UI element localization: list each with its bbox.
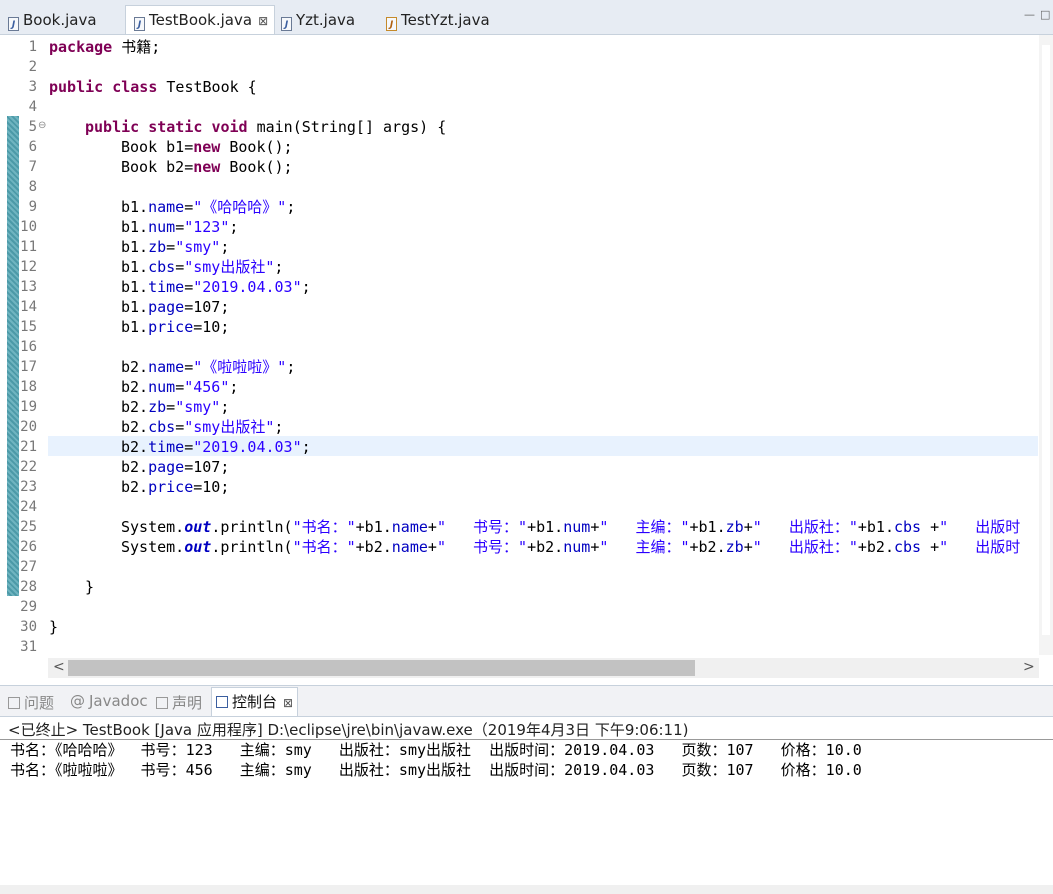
code-line-current: b2.time="2019.04.03"; xyxy=(121,438,311,456)
console-line: 书名：《啦啦啦》 书号：456 主编：smy 出版社：smy出版社 出版时间：2… xyxy=(10,761,862,779)
line-number: 15 xyxy=(20,319,37,335)
minimize-icon[interactable]: — xyxy=(1024,8,1035,21)
tab-book-java[interactable]: J Book.java xyxy=(0,6,97,34)
code-line: b2.price=10; xyxy=(121,478,230,496)
code-line: } xyxy=(85,578,95,596)
line-number: 23 xyxy=(20,479,37,495)
console-icon xyxy=(216,696,228,708)
code-line: b2.cbs="smy出版社"; xyxy=(121,418,284,436)
console-line: 书名：《哈哈哈》 书号：123 主编：smy 出版社：smy出版社 出版时间：2… xyxy=(10,741,862,759)
code-line: b1.time="2019.04.03"; xyxy=(121,278,311,296)
declaration-icon xyxy=(156,697,168,709)
scroll-right-arrow-icon[interactable]: > xyxy=(1023,659,1035,675)
line-number: 22 xyxy=(20,459,37,475)
javadoc-icon: @ xyxy=(70,692,85,710)
java-file-icon: J xyxy=(134,17,145,31)
line-number: 26 xyxy=(20,539,37,555)
horizontal-scrollbar[interactable]: < > xyxy=(48,658,1039,678)
java-run-file-icon: J xyxy=(386,17,397,31)
code-line: Book b2=new Book(); xyxy=(121,158,293,176)
code-line: b2.name="《啦啦啦》"; xyxy=(121,358,296,376)
line-number: 25 xyxy=(20,519,37,535)
line-number: 3 xyxy=(28,79,37,95)
problems-icon xyxy=(8,697,20,709)
line-number: 10 xyxy=(20,219,37,235)
code-line: Book b1=new Book(); xyxy=(121,138,293,156)
code-line: b1.num="123"; xyxy=(121,218,239,236)
code-line: b1.name="《哈哈哈》"; xyxy=(121,198,296,216)
bottom-panel-tab-bar: 问题 @ Javadoc 声明 控制台 ⊠ xyxy=(0,685,1053,717)
horizontal-scroll-thumb[interactable] xyxy=(68,660,695,676)
code-line: b1.cbs="smy出版社"; xyxy=(121,258,284,276)
tab-declaration[interactable]: 声明 xyxy=(156,692,202,713)
editor-tab-bar: J Book.java J TestBook.java ⊠ J Yzt.java J Te… xyxy=(0,0,1053,35)
tab-problems[interactable]: 问题 xyxy=(8,692,54,713)
line-number: 29 xyxy=(20,599,37,615)
line-number: 16 xyxy=(20,339,37,355)
code-line: b1.price=10; xyxy=(121,318,230,336)
console-process-title: <已终止> TestBook [Java 应用程序] D:\eclipse\jr… xyxy=(8,721,689,739)
close-tab-icon[interactable]: ⊠ xyxy=(283,696,293,710)
code-line: b2.page=107; xyxy=(121,458,230,476)
fold-collapse-icon[interactable]: ⊖ xyxy=(38,120,46,131)
line-number: 24 xyxy=(20,499,37,515)
scroll-left-arrow-icon[interactable]: < xyxy=(53,659,65,675)
line-number: 19 xyxy=(20,399,37,415)
line-number: 4 xyxy=(28,99,37,115)
line-number: 28 xyxy=(20,579,37,595)
tab-console[interactable]: 控制台 ⊠ xyxy=(211,687,299,716)
tab-testyzt-java[interactable]: J TestYzt.java xyxy=(378,6,490,34)
code-line: b1.page=107; xyxy=(121,298,230,316)
line-number: 21 xyxy=(20,439,37,455)
tab-yzt-java[interactable]: J Yzt.java xyxy=(273,6,355,34)
tab-javadoc[interactable]: @ Javadoc xyxy=(70,692,148,710)
java-file-icon: J xyxy=(8,17,19,31)
line-number: 18 xyxy=(20,379,37,395)
code-line: System.out.println("书名："+b2.name+" 书号："+… xyxy=(121,538,1021,556)
line-number: 31 xyxy=(20,639,37,655)
tab-testbook-java[interactable]: J TestBook.java ⊠ xyxy=(125,5,275,34)
line-number: 2 xyxy=(28,59,37,75)
line-number: 7 xyxy=(28,159,37,175)
line-number: 20 xyxy=(20,419,37,435)
line-number: 27 xyxy=(20,559,37,575)
close-tab-icon[interactable]: ⊠ xyxy=(258,14,268,28)
line-number: 9 xyxy=(28,199,37,215)
quick-diff-bar xyxy=(7,116,19,596)
line-number: 13 xyxy=(20,279,37,295)
code-line: b1.zb="smy"; xyxy=(121,238,230,256)
maximize-icon[interactable]: □ xyxy=(1040,8,1050,21)
line-number: 12 xyxy=(20,259,37,275)
line-number: 14 xyxy=(20,299,37,315)
line-number: 6 xyxy=(28,139,37,155)
code-line: package 书籍; xyxy=(49,38,161,56)
line-number: 11 xyxy=(20,239,37,255)
line-number: 17 xyxy=(20,359,37,375)
code-line: } xyxy=(49,618,59,636)
code-line: public static void main(String[] args) { xyxy=(85,118,447,136)
vertical-scroll-thumb[interactable] xyxy=(1042,45,1050,635)
code-line: public class TestBook { xyxy=(49,78,257,96)
code-line: b2.zb="smy"; xyxy=(121,398,230,416)
java-file-icon: J xyxy=(281,17,292,31)
code-line: System.out.println("书名："+b1.name+" 书号："+… xyxy=(121,518,1021,536)
line-number: 1 xyxy=(28,39,37,55)
code-line: b2.num="456"; xyxy=(121,378,239,396)
console-horizontal-scrollbar[interactable] xyxy=(0,885,1053,894)
line-number: 30 xyxy=(20,619,37,635)
line-number: 8 xyxy=(28,179,37,195)
vertical-scrollbar[interactable] xyxy=(1039,35,1053,655)
line-number: 5 xyxy=(28,119,37,135)
